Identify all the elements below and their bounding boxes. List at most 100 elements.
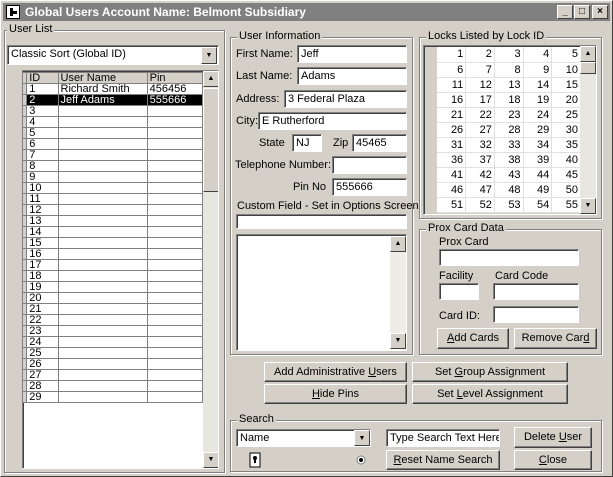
lock-id-cell[interactable]: 39	[523, 152, 553, 168]
user-name-cell[interactable]	[57, 281, 148, 293]
lock-id-cell[interactable]: 46	[437, 182, 467, 198]
user-table-row[interactable]: 6	[23, 138, 204, 150]
user-id-cell[interactable]: 26	[26, 358, 59, 370]
user-id-cell[interactable]: 3	[26, 105, 59, 117]
user-pin-cell[interactable]	[146, 303, 204, 315]
user-name-cell[interactable]	[57, 116, 148, 128]
user-name-cell[interactable]	[57, 336, 148, 348]
user-table-row[interactable]: 4	[23, 116, 204, 128]
user-pin-cell[interactable]	[146, 127, 204, 139]
user-pin-cell[interactable]	[146, 281, 204, 293]
lock-id-cell[interactable]: 20	[551, 92, 581, 108]
hide-pins-button[interactable]: Hide Pins	[264, 384, 407, 404]
user-name-cell[interactable]	[57, 105, 148, 117]
state-input[interactable]: NJ	[292, 134, 322, 152]
lock-id-cell[interactable]: 38	[494, 152, 524, 168]
user-id-cell[interactable]: 7	[26, 149, 59, 161]
lock-id-cell[interactable]: 27	[465, 122, 495, 138]
lock-id-cell[interactable]: 36	[437, 152, 467, 168]
user-id-cell[interactable]: 13	[26, 215, 59, 227]
user-name-cell[interactable]	[57, 292, 148, 304]
lock-id-cell[interactable]: 40	[551, 152, 581, 168]
user-id-cell[interactable]: 25	[26, 347, 59, 359]
zip-input[interactable]: 45465	[352, 134, 407, 152]
user-name-cell[interactable]	[57, 182, 148, 194]
user-table-row[interactable]: 22	[23, 314, 204, 326]
last-name-input[interactable]: Adams	[297, 67, 407, 85]
user-table-row[interactable]: 8	[23, 160, 204, 172]
user-name-cell[interactable]	[57, 149, 148, 161]
lock-id-cell[interactable]: 11	[437, 77, 467, 93]
user-id-cell[interactable]: 11	[26, 193, 59, 205]
lock-id-cell[interactable]: 14	[523, 77, 553, 93]
user-table-row[interactable]: 16	[23, 248, 204, 260]
user-id-cell[interactable]: 24	[26, 336, 59, 348]
user-table-row[interactable]: 18	[23, 270, 204, 282]
user-table-row[interactable]: 23	[23, 325, 204, 337]
add-admin-users-button[interactable]: Add Administrative Users	[264, 362, 407, 382]
lock-id-cell[interactable]: 32	[465, 137, 495, 153]
user-table-row[interactable]: 11	[23, 193, 204, 205]
sort-select[interactable]: Classic Sort (Global ID)	[7, 45, 219, 65]
user-pin-cell[interactable]	[146, 226, 204, 238]
lock-id-cell[interactable]: 6	[437, 62, 467, 78]
user-pin-cell[interactable]	[146, 347, 204, 359]
reset-name-search-button[interactable]: Reset Name Search	[386, 450, 500, 470]
user-table-row[interactable]: 17	[23, 259, 204, 271]
lock-id-cell[interactable]: 29	[523, 122, 553, 138]
lock-id-cell[interactable]: 44	[523, 167, 553, 183]
lock-id-cell[interactable]: 53	[494, 197, 524, 213]
set-level-assignment-button[interactable]: Set Level Assignment	[412, 384, 568, 404]
user-id-cell[interactable]: 8	[26, 160, 59, 172]
search-field-select[interactable]: Name	[236, 429, 371, 447]
user-table-row[interactable]: 21	[23, 303, 204, 315]
facility-input[interactable]	[439, 283, 479, 300]
lock-id-cell[interactable]: 18	[494, 92, 524, 108]
lock-id-cell[interactable]: 48	[494, 182, 524, 198]
user-pin-cell[interactable]	[146, 105, 204, 117]
user-id-cell[interactable]: 29	[26, 391, 59, 403]
lock-id-cell[interactable]: 17	[465, 92, 495, 108]
lock-id-cell[interactable]: 49	[523, 182, 553, 198]
user-name-cell[interactable]	[57, 193, 148, 205]
col-username-header[interactable]: User Name	[57, 72, 148, 84]
lock-id-cell[interactable]: 22	[465, 107, 495, 123]
user-name-cell[interactable]	[57, 347, 148, 359]
phone-input[interactable]	[332, 156, 407, 174]
user-pin-cell[interactable]	[146, 369, 204, 381]
minimize-button[interactable]: _	[557, 5, 573, 19]
pin-input[interactable]: 555666	[332, 178, 407, 196]
lock-id-cell[interactable]: 1	[437, 47, 467, 63]
user-name-cell[interactable]	[57, 314, 148, 326]
user-table-scrollbar[interactable]: ▲ ▼	[203, 71, 218, 468]
user-pin-cell[interactable]	[146, 259, 204, 271]
lock-id-cell[interactable]: 37	[465, 152, 495, 168]
user-pin-cell[interactable]	[146, 116, 204, 128]
user-table-row[interactable]: 24	[23, 336, 204, 348]
lock-id-cell[interactable]: 42	[465, 167, 495, 183]
user-id-cell[interactable]: 10	[26, 182, 59, 194]
user-id-cell[interactable]: 19	[26, 281, 59, 293]
card-id-input[interactable]	[493, 306, 579, 323]
user-name-cell[interactable]	[57, 303, 148, 315]
user-table-row[interactable]: 3	[23, 105, 204, 117]
user-table-row[interactable]: 5	[23, 127, 204, 139]
user-table-row[interactable]: 20	[23, 292, 204, 304]
user-name-cell[interactable]	[57, 215, 148, 227]
lock-id-cell[interactable]: 10	[551, 62, 581, 78]
user-id-cell[interactable]: 2	[26, 94, 59, 106]
locks-scrollbar[interactable]: ▲ ▼	[580, 46, 596, 214]
close-button[interactable]: Close	[514, 450, 592, 470]
locks-scroll-down[interactable]: ▼	[580, 198, 596, 214]
lock-id-cell[interactable]: 45	[551, 167, 581, 183]
user-table-row[interactable]: 14	[23, 226, 204, 238]
lock-id-cell[interactable]: 23	[494, 107, 524, 123]
user-id-cell[interactable]: 22	[26, 314, 59, 326]
user-pin-cell[interactable]	[146, 380, 204, 392]
prox-card-input[interactable]	[439, 249, 579, 266]
sort-dropdown-arrow[interactable]: ▼	[201, 47, 217, 64]
user-table-row[interactable]: 19	[23, 281, 204, 293]
lock-id-cell[interactable]: 41	[437, 167, 467, 183]
notes-textarea[interactable]: ▲ ▼	[236, 234, 407, 351]
user-id-cell[interactable]: 23	[26, 325, 59, 337]
